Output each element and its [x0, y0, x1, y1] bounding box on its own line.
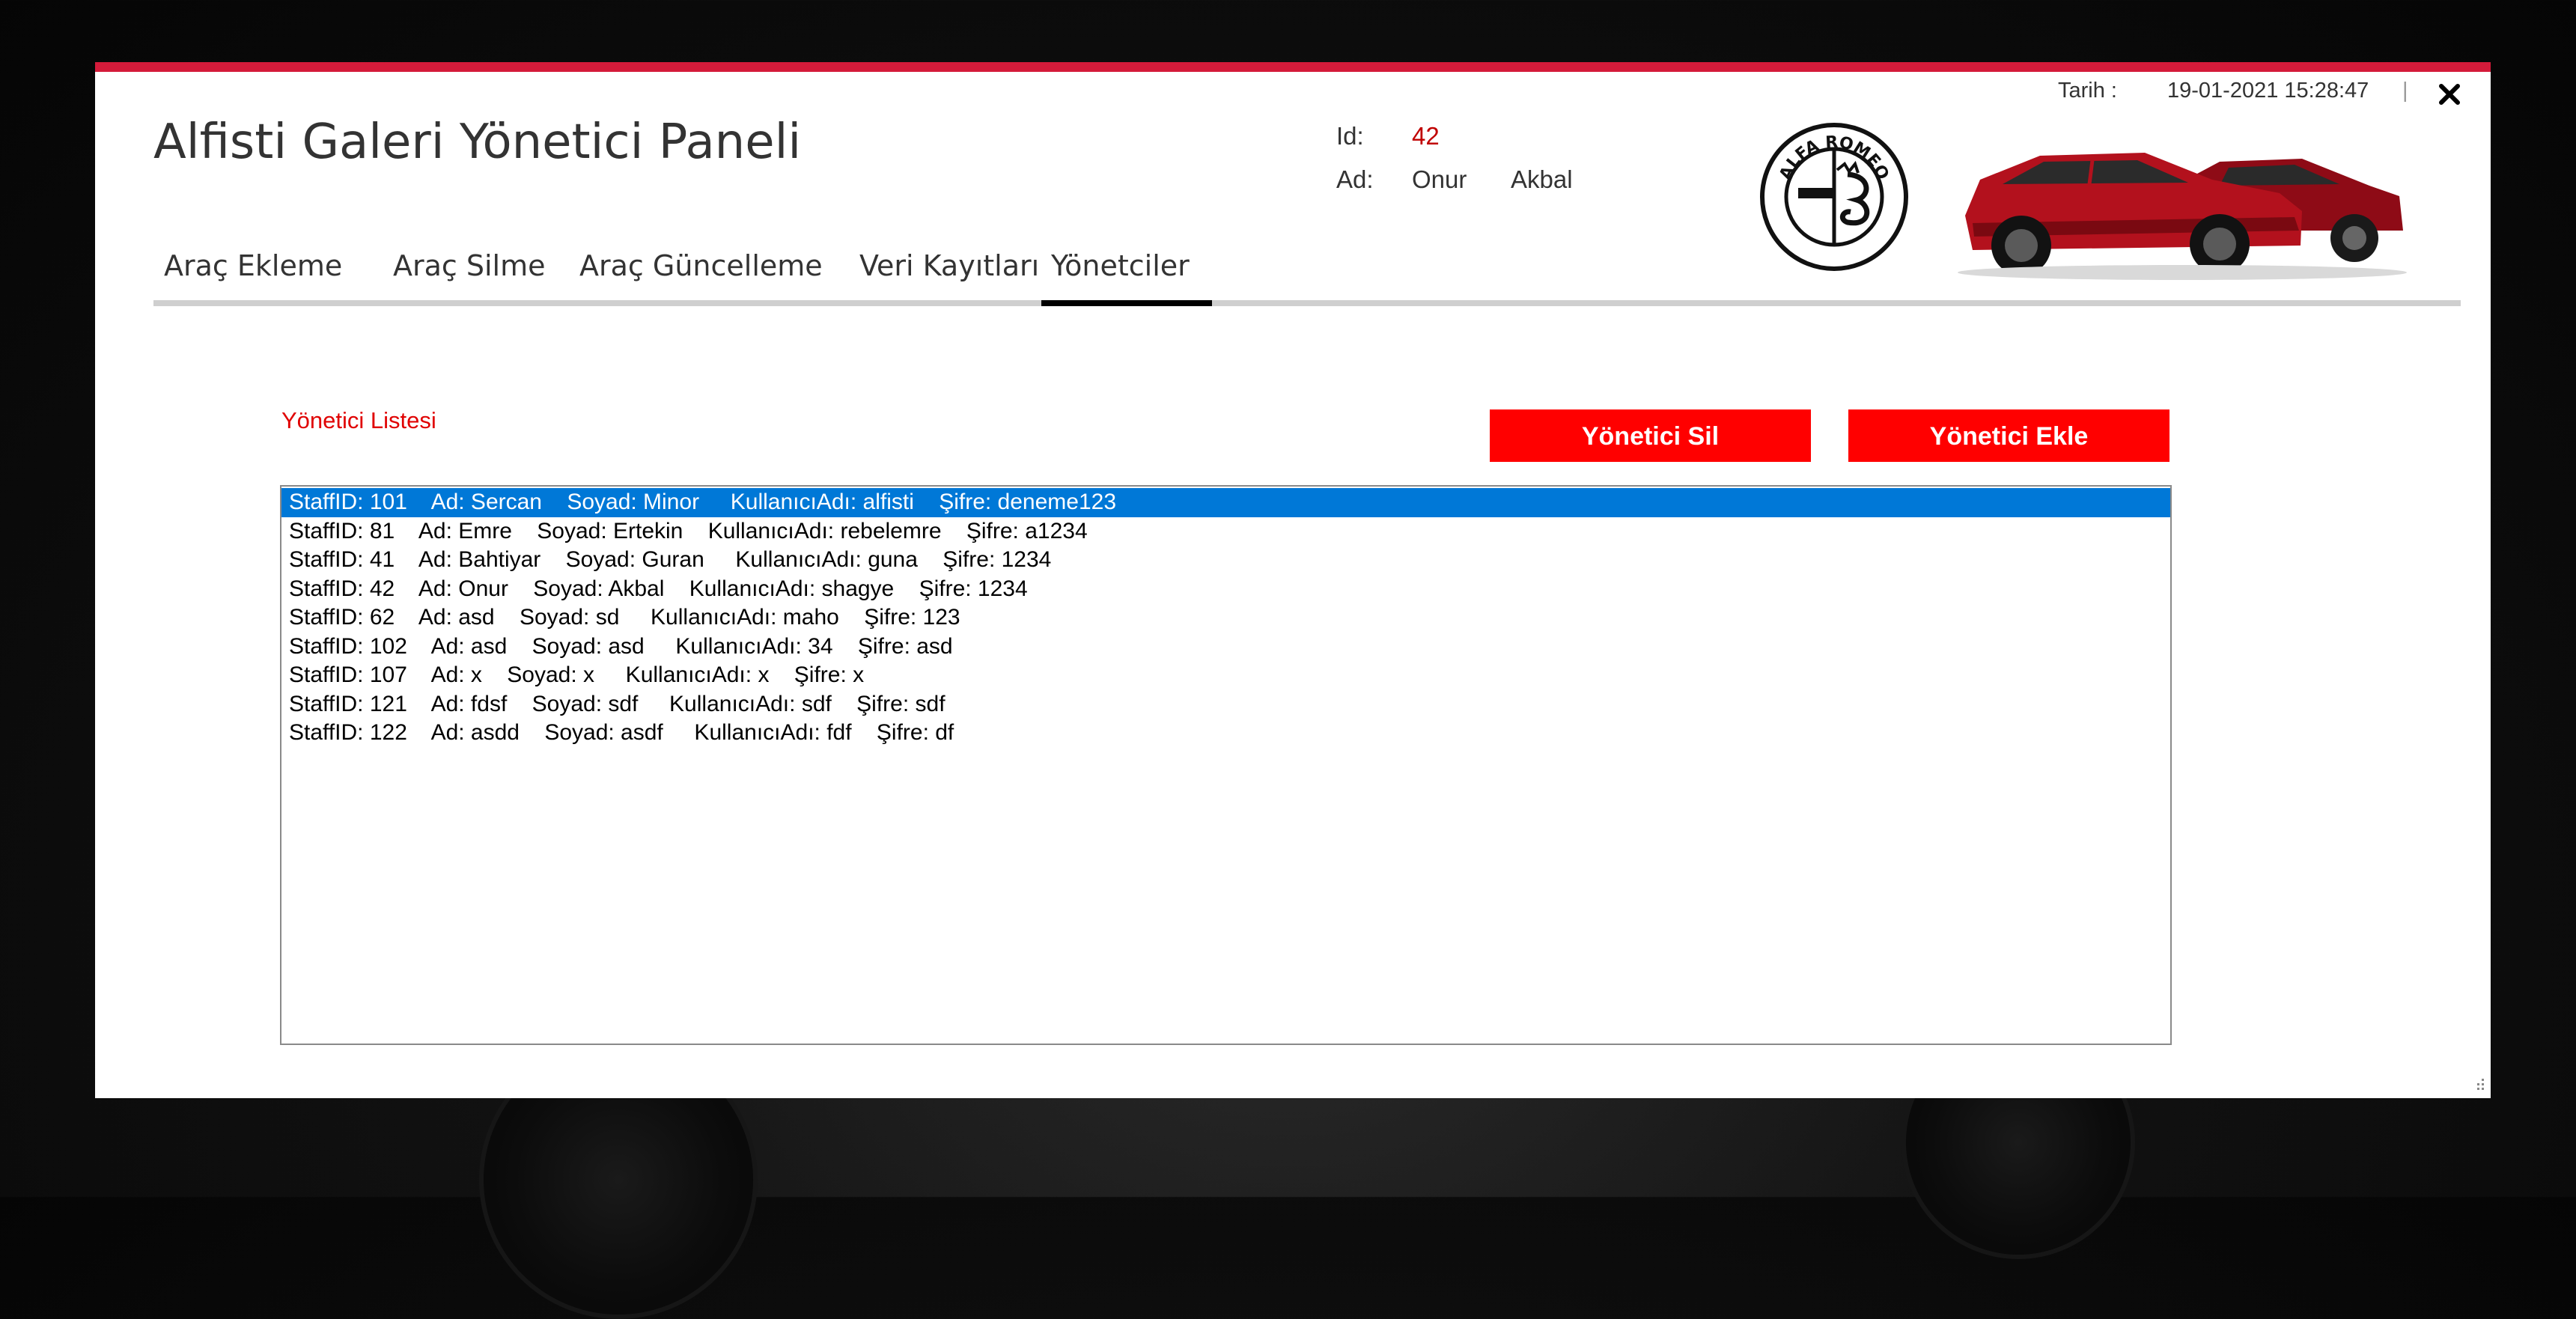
tab-arac-guncelleme[interactable]: Araç Güncelleme	[579, 228, 823, 300]
admin-list-label: Yönetici Listesi	[281, 407, 436, 433]
admin-list-item[interactable]: StaffID: 42 Ad: Onur Soyad: Akbal Kullan…	[281, 575, 2170, 604]
admin-panel-window: Alfisti Galeri Yönetici Paneli Id: 42 Ad…	[95, 62, 2491, 1098]
admin-list-item[interactable]: StaffID: 41 Ad: Bahtiyar Soyad: Guran Ku…	[281, 546, 2170, 575]
admin-list-item[interactable]: StaffID: 122 Ad: asdd Soyad: asdf Kullan…	[281, 719, 2170, 748]
user-id-value: 42	[1412, 122, 1440, 150]
user-last-name: Akbal	[1511, 165, 1573, 193]
tab-yonetciler[interactable]: Yönetciler	[1041, 228, 1212, 306]
add-admin-button[interactable]: Yönetici Ekle	[1848, 409, 2169, 462]
date-label: Tarih :	[2058, 79, 2117, 103]
admin-list-item[interactable]: StaffID: 107 Ad: x Soyad: x KullanıcıAdı…	[281, 661, 2170, 690]
user-name-label: Ad:	[1336, 165, 1374, 193]
window-accent-stripe	[95, 62, 2491, 72]
admin-list-item[interactable]: StaffID: 101 Ad: Sercan Soyad: Minor Kul…	[281, 488, 2170, 517]
tab-arac-ekleme[interactable]: Araç Ekleme	[164, 228, 342, 300]
admin-list-item[interactable]: StaffID: 121 Ad: fdsf Soyad: sdf Kullanı…	[281, 690, 2170, 719]
user-first-name: Onur	[1412, 165, 1467, 193]
admin-list-item[interactable]: StaffID: 102 Ad: asd Soyad: asd Kullanıc…	[281, 633, 2170, 662]
tab-arac-silme[interactable]: Araç Silme	[393, 228, 546, 300]
admin-list-item[interactable]: StaffID: 81 Ad: Emre Soyad: Ertekin Kull…	[281, 517, 2170, 546]
admin-list-item[interactable]: StaffID: 62 Ad: asd Soyad: sd KullanıcıA…	[281, 603, 2170, 633]
close-icon[interactable]	[2429, 74, 2470, 115]
date-separator: |	[2402, 79, 2408, 103]
user-id-label: Id:	[1336, 122, 1364, 150]
delete-admin-button[interactable]: Yönetici Sil	[1490, 409, 1811, 462]
date-value: 19-01-2021 15:28:47	[2167, 79, 2369, 103]
resize-grip-icon[interactable]	[2470, 1076, 2486, 1092]
tabs-underline	[153, 300, 2461, 306]
app-title: Alfisti Galeri Yönetici Paneli	[153, 115, 802, 170]
tab-veri-kayitlari[interactable]: Veri Kayıtları	[859, 228, 1039, 300]
admin-listbox[interactable]: StaffID: 101 Ad: Sercan Soyad: Minor Kul…	[280, 485, 2172, 1045]
main-tabs: Araç Ekleme Araç Silme Araç Güncelleme V…	[153, 228, 2461, 306]
